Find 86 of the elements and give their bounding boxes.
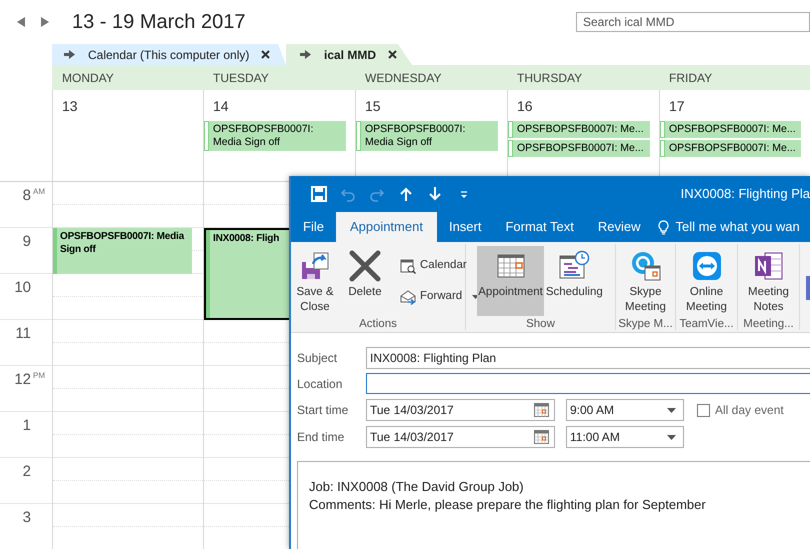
hour-label: 3: [22, 509, 31, 527]
date-range-title: 13 - 19 March 2017: [72, 10, 246, 35]
day-header: TUESDAY: [212, 70, 270, 86]
ribbon-button[interactable]: Online Meeting: [678, 246, 734, 316]
time-dropdown[interactable]: 9:00 AM: [566, 399, 684, 421]
meridiem-label: AM: [33, 187, 45, 197]
up-arrow-icon[interactable]: [398, 186, 414, 202]
group-label: Show: [525, 317, 556, 332]
body-text: Comments: Hi Merle, please prepare the flighting plan for September: [309, 496, 707, 514]
lightbulb-icon: [658, 220, 670, 234]
calendar-tab-label[interactable]: Calendar (This computer only): [88, 46, 250, 64]
all-day-checkbox[interactable]: [697, 404, 710, 416]
meridiem-label: PM: [33, 371, 45, 381]
arrow-icon: [64, 50, 75, 59]
day-header: THURSDAY: [516, 70, 584, 86]
calendar-tab-label[interactable]: ical MMD: [324, 46, 376, 64]
day-date: 14: [212, 97, 230, 116]
online-meeting-icon: [690, 250, 722, 282]
forward-envelope-icon: [400, 289, 416, 305]
group-label: TeamVie...: [678, 317, 735, 332]
checkbox-label: All day event: [715, 402, 784, 419]
all-day-event[interactable]: OPSFBOPSFB0007I: Me...: [508, 140, 650, 157]
ribbon-button[interactable]: Scheduling: [544, 246, 604, 316]
previous-icon[interactable]: [17, 17, 25, 27]
hour-label: 9: [22, 233, 31, 251]
ribbon-button[interactable]: Skype Meeting: [618, 246, 674, 316]
field-label: Subject: [297, 350, 338, 367]
ribbon-tab[interactable]: Review: [586, 212, 652, 242]
day-date: 15: [364, 97, 382, 116]
caret-icon: [667, 434, 676, 440]
field-label: End time: [297, 429, 346, 446]
day-header: MONDAY: [61, 70, 115, 86]
calendar-event[interactable]: OPSFBOPSFB0007I: Media Sign off: [53, 228, 192, 274]
ribbon-button[interactable]: Appointment: [477, 246, 544, 316]
all-day-event[interactable]: OPSFBOPSFB0007I: Me...: [660, 121, 801, 138]
hour-label: 1: [22, 417, 31, 435]
caret-icon: [667, 408, 676, 412]
delete-icon: [349, 250, 381, 282]
calendar-icon[interactable]: [534, 430, 549, 444]
calendar-tab[interactable]: Calendar (This computer only): [52, 44, 286, 65]
arrow-icon: [300, 50, 311, 59]
notebook-icon: [752, 250, 784, 282]
message-body[interactable]: Job: INX0008 (The David Group Job) Comments: Hi Merle, please prepare the flighting plan for September: [297, 461, 810, 549]
tell-me-field[interactable]: Tell me what you wan: [675, 217, 800, 237]
calendar-search-icon: [400, 258, 416, 274]
calendar-tab[interactable]: ical MMD: [286, 44, 412, 65]
group-label: Actions: [358, 317, 398, 332]
hour-label: 11: [14, 325, 31, 343]
down-arrow-icon[interactable]: [427, 186, 443, 202]
day-header: WEDNESDAY: [364, 70, 442, 86]
subject-field[interactable]: INX0008: Flighting Plan: [366, 347, 810, 369]
hour-label: 8: [22, 187, 31, 205]
search-field[interactable]: Search ical MMD: [576, 12, 810, 32]
next-icon[interactable]: [41, 17, 49, 27]
body-text: Job: INX0008 (The David Group Job): [309, 478, 525, 496]
hour-label: 12: [13, 371, 31, 389]
save-icon[interactable]: [311, 186, 327, 202]
all-day-event[interactable]: OPSFBOPSFB0007I: Me...: [508, 121, 650, 138]
group-label: Skype M...: [617, 317, 674, 332]
ribbon-tab[interactable]: Appointment: [336, 212, 437, 242]
ribbon-button[interactable]: Save & Close: [294, 246, 336, 316]
field-label: Start time: [297, 402, 350, 419]
date-field[interactable]: Tue 14/03/2017: [366, 426, 555, 448]
all-day-event[interactable]: OPSFBOPSFB0007I: Me...: [660, 140, 801, 157]
field-label: Location: [297, 376, 344, 392]
hour-label: 2: [22, 463, 31, 481]
skype-meeting-icon: [630, 250, 662, 282]
all-day-event[interactable]: OPSFBOPSFB0007I: Media Sign off: [204, 121, 346, 151]
day-header: FRIDAY: [668, 70, 714, 86]
ribbon-button[interactable]: Meeting Notes: [740, 246, 796, 316]
calendar-icon[interactable]: [534, 403, 549, 417]
date-field[interactable]: Tue 14/03/2017: [366, 399, 555, 421]
day-date: 17: [668, 97, 686, 116]
time-dropdown[interactable]: 11:00 AM: [566, 426, 684, 448]
group-label: Meeting...: [742, 317, 795, 332]
all-day-event[interactable]: OPSFBOPSFB0007I: Media Sign off: [356, 121, 498, 151]
window-title: INX0008: Flighting Pla: [680, 185, 810, 204]
ribbon-tab[interactable]: Format Text: [493, 212, 586, 242]
location-field[interactable]: [366, 373, 810, 394]
hour-label: 10: [13, 279, 31, 297]
close-icon[interactable]: [261, 50, 270, 59]
day-date: 13: [61, 97, 79, 116]
day-date: 16: [516, 97, 534, 116]
save-close-icon: [299, 250, 331, 282]
close-icon[interactable]: [388, 50, 398, 59]
ribbon-tab[interactable]: Insert: [436, 212, 494, 242]
